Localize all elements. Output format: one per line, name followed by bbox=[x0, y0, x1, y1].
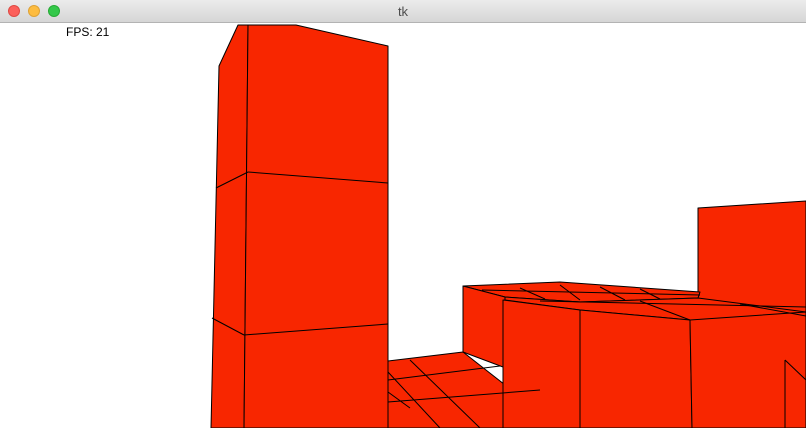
app-window: tk FPS: 21 bbox=[0, 0, 806, 428]
near-block-a bbox=[502, 299, 581, 428]
window-title: tk bbox=[397, 4, 409, 19]
tower-side-face bbox=[210, 24, 249, 428]
tower-front-face bbox=[243, 24, 389, 428]
voxel-scene bbox=[210, 24, 806, 428]
title-bar[interactable]: tk bbox=[0, 0, 806, 23]
fps-counter: FPS: 21 bbox=[66, 25, 110, 39]
near-block-c bbox=[689, 311, 806, 428]
mid-block-front bbox=[462, 285, 506, 368]
near-block-b bbox=[579, 309, 693, 428]
render-canvas[interactable]: FPS: 21 bbox=[0, 23, 806, 428]
